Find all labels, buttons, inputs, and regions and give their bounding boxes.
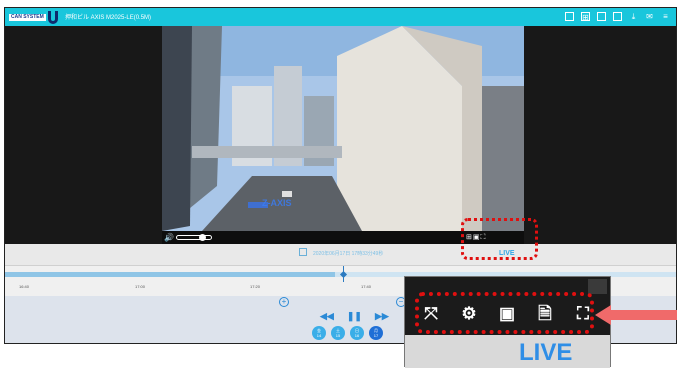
day-button-fri[interactable]: 金 14 (312, 326, 326, 340)
day-number: 15 (335, 333, 341, 338)
volume-icon[interactable]: 🔊 (164, 233, 174, 242)
day-button-sun[interactable]: 日 16 (350, 326, 364, 340)
live-label-large: LIVE (519, 339, 573, 366)
timeline-zoom-in-button[interactable]: + (279, 297, 289, 307)
live-strip (405, 335, 610, 368)
logo-text: CAN SYSTEM (9, 13, 46, 21)
volume-knob[interactable] (199, 234, 206, 241)
split-view-icon[interactable] (597, 12, 606, 21)
current-datetime: 2020年06月17日 17時33分49秒 (313, 251, 384, 257)
panel-corner (588, 279, 607, 294)
playback-buttons: ◀◀ ❚❚ ▶▶ (320, 311, 389, 322)
logo: CAN SYSTEM (9, 10, 58, 24)
day-selector: 金 14 土 15 日 16 月 17 (312, 326, 383, 340)
camera-scene (162, 26, 524, 231)
timeline-label: 16:40 (19, 284, 30, 289)
timeline-label: 17:20 (250, 284, 261, 289)
mail-icon[interactable]: ✉ (645, 12, 654, 21)
status-bar: 2020年06月17日 17時33分49秒 LIVE (5, 244, 676, 266)
pointer-arrow-icon (595, 305, 677, 325)
day-number: 16 (354, 333, 360, 338)
camera-video[interactable]: Z-AXIS (162, 26, 524, 231)
rewind-button[interactable]: ◀◀ (320, 311, 334, 322)
grid-view-icon[interactable]: ⊞ (581, 12, 590, 22)
single-view-icon[interactable] (565, 12, 574, 21)
camera-title: 押和ビル AXIS M2025-LE(0.5M) (65, 15, 152, 21)
calendar-icon[interactable] (299, 248, 307, 256)
live-highlight-box (461, 218, 538, 260)
timeline-recorded (5, 272, 335, 277)
timeline-label: 17:40 (361, 284, 372, 289)
timeline-label: 17:00 (135, 284, 146, 289)
top-bar: CAN SYSTEM 押和ビル AXIS M2025-LE(0.5M) ⊞ ⤓ … (5, 8, 676, 26)
day-number: 17 (373, 333, 379, 338)
top-toolbar: ⊞ ⤓ ✉ ≡ (565, 12, 670, 22)
icons-highlight-box (415, 292, 594, 334)
volume-slider[interactable] (176, 235, 212, 240)
day-button-mon[interactable]: 月 17 (369, 326, 383, 340)
video-overlay-text: Z-AXIS (262, 198, 292, 208)
menu-icon[interactable]: ≡ (661, 12, 670, 21)
day-button-sat[interactable]: 土 15 (331, 326, 345, 340)
logo-mark (47, 10, 58, 24)
download-icon[interactable]: ⤓ (629, 12, 638, 21)
window-icon[interactable] (613, 12, 622, 21)
pause-button[interactable]: ❚❚ (347, 311, 362, 322)
day-number: 14 (316, 333, 322, 338)
forward-button[interactable]: ▶▶ (375, 311, 389, 322)
